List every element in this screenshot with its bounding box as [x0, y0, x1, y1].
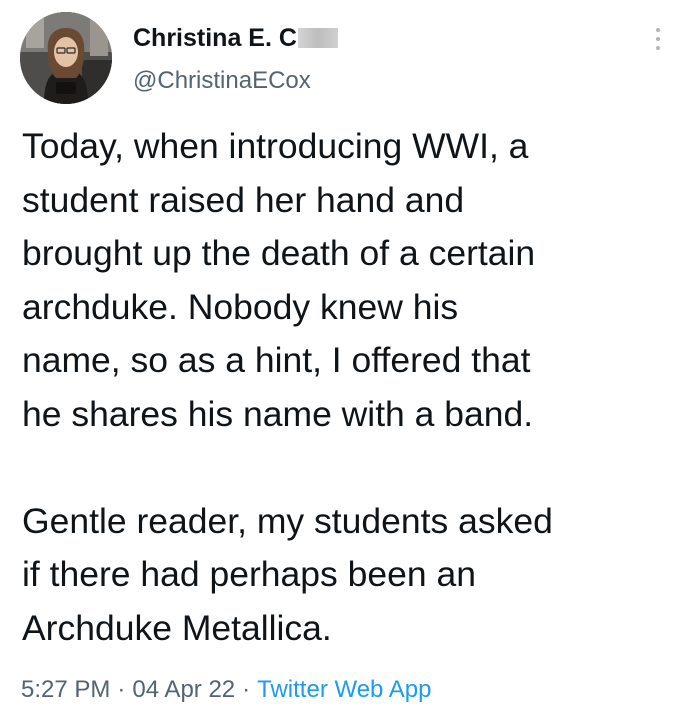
tweet-date[interactable]: 04 Apr 22	[132, 676, 235, 703]
avatar[interactable]	[20, 12, 112, 104]
tweet-text: Today, when introducing WWI, a student r…	[22, 126, 553, 648]
author-handle[interactable]: @ChristinaECox	[133, 66, 311, 96]
meta-separator: ·	[117, 676, 126, 703]
display-name-text: Christina E. C	[133, 24, 297, 52]
more-vertical-icon[interactable]	[648, 24, 668, 54]
tweet-card: Christina E. C @ChristinaECox Today, whe…	[0, 0, 700, 725]
tweet-time[interactable]: 5:27 PM	[21, 676, 110, 703]
avatar-photo	[20, 12, 112, 104]
tweet-source-link[interactable]: Twitter Web App	[257, 676, 431, 703]
meta-separator: ·	[242, 676, 251, 703]
tweet-metadata: 5:27 PM · 04 Apr 22 · Twitter Web App	[21, 674, 431, 706]
name-redaction	[297, 28, 338, 48]
author-display-name[interactable]: Christina E. C	[133, 22, 338, 54]
